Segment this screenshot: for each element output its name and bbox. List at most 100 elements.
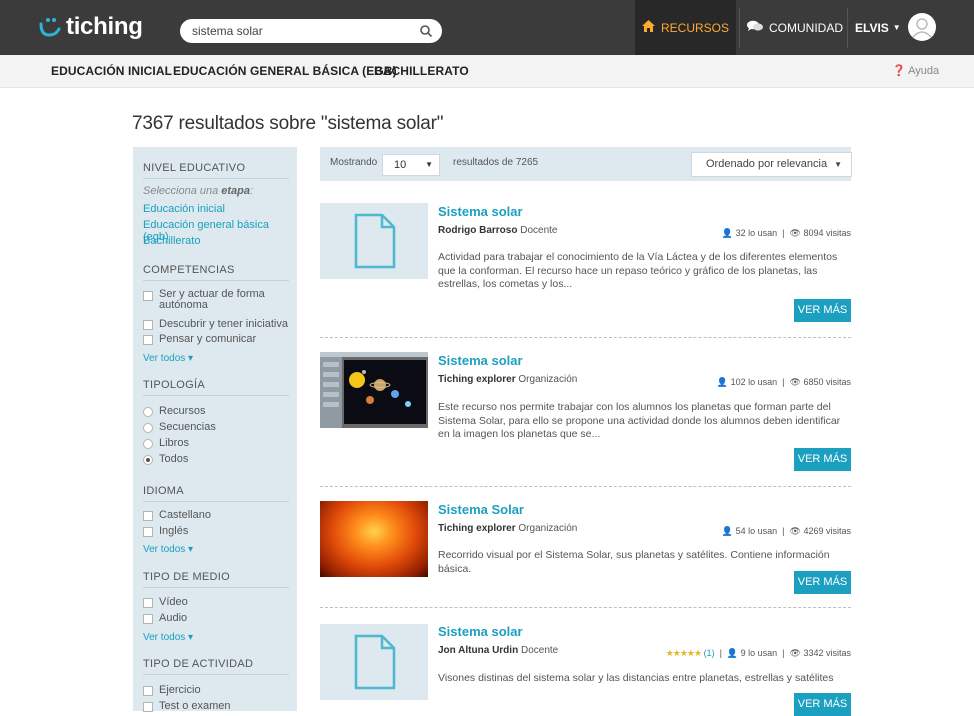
checkbox[interactable] bbox=[143, 320, 153, 330]
divider bbox=[143, 395, 289, 396]
result-separator bbox=[320, 607, 851, 608]
checkbox[interactable] bbox=[143, 335, 153, 345]
tipologia-option: Recursos bbox=[159, 405, 206, 417]
per-page-select[interactable]: 10 ▼ bbox=[382, 154, 440, 176]
tipologia-heading: TIPOLOGÍA bbox=[143, 379, 205, 391]
sun-thumbnail[interactable] bbox=[320, 501, 428, 577]
user-icon: 👤 bbox=[721, 526, 734, 536]
competencia-option: Pensar y comunicar bbox=[159, 333, 257, 345]
divider bbox=[143, 280, 289, 281]
medio-heading: TIPO DE MEDIO bbox=[143, 571, 231, 583]
result-author: Rodrigo Barroso Docente bbox=[438, 225, 558, 236]
ver-mas-button[interactable]: VER MÁS bbox=[794, 448, 851, 471]
logo-mark-icon bbox=[38, 15, 62, 39]
result-item: Sistema solar Jon Altuna Urdin Docente ★… bbox=[320, 624, 851, 716]
eye-icon: 👁 bbox=[789, 377, 801, 387]
checkbox[interactable] bbox=[143, 614, 153, 624]
idioma-ver-todos[interactable]: Ver todos ▾ bbox=[143, 544, 193, 555]
competencia-option: Ser y actuar de forma autónoma bbox=[159, 288, 265, 311]
checkbox[interactable] bbox=[143, 511, 153, 521]
idioma-option: Castellano bbox=[159, 509, 211, 521]
level-bar: EDUCACIÓN INICIAL EDUCACIÓN GENERAL BÁSI… bbox=[0, 55, 974, 88]
per-page-value: 10 bbox=[394, 159, 407, 171]
caret-down-icon: ▼ bbox=[425, 160, 433, 169]
results-title: 7367 resultados sobre "sistema solar" bbox=[132, 113, 444, 134]
nav-comunidad[interactable]: COMUNIDAD bbox=[745, 0, 845, 55]
caret-down-icon: ▼ bbox=[834, 160, 842, 169]
medio-option: Vídeo bbox=[159, 596, 188, 608]
top-navbar: tiching RECURSOS COMUNIDAD ELVIS ▼ bbox=[0, 0, 974, 55]
result-title[interactable]: Sistema solar bbox=[438, 353, 523, 368]
result-title[interactable]: Sistema solar bbox=[438, 624, 523, 639]
result-description: Actividad para trabajar el conocimiento … bbox=[438, 251, 838, 290]
nivel-hint: Selecciona una etapa: bbox=[143, 185, 254, 197]
showing-label: Mostrando bbox=[330, 157, 378, 168]
actividad-option: Test o examen bbox=[159, 700, 231, 712]
result-stats: 👤 102 lo usan | 👁 6850 visitas bbox=[716, 377, 851, 387]
medio-option: Audio bbox=[159, 612, 188, 624]
user-icon: 👤 bbox=[716, 377, 729, 387]
result-author: Tiching explorer Organización bbox=[438, 523, 578, 534]
tipologia-option: Libros bbox=[159, 437, 189, 449]
search-input[interactable] bbox=[192, 24, 414, 38]
level-egb[interactable]: EDUCACIÓN GENERAL BÁSICA (EGB) bbox=[173, 55, 397, 87]
nivel-heading: NIVEL EDUCATIVO bbox=[143, 162, 246, 174]
result-description: Recorrido visual por el Sistema Solar, s… bbox=[438, 549, 830, 575]
user-icon: 👤 bbox=[726, 648, 739, 658]
solar-system-thumbnail[interactable] bbox=[320, 352, 428, 428]
result-title[interactable]: Sistema Solar bbox=[438, 502, 524, 517]
checkbox[interactable] bbox=[143, 291, 153, 301]
tiching-logo[interactable]: tiching bbox=[38, 12, 143, 42]
level-bachillerato[interactable]: BACHILLERATO bbox=[374, 55, 469, 87]
search-box[interactable] bbox=[180, 19, 442, 43]
result-item: Sistema solar Tiching explorer Organizac… bbox=[320, 352, 851, 472]
nivel-link-inicial[interactable]: Educación inicial bbox=[143, 203, 225, 215]
nav-recursos[interactable]: RECURSOS bbox=[635, 0, 736, 55]
result-stats: 👤 32 lo usan | 👁 8094 visitas bbox=[721, 228, 851, 238]
chat-icon bbox=[747, 20, 763, 35]
document-thumbnail[interactable] bbox=[320, 624, 428, 700]
result-separator bbox=[320, 337, 851, 338]
search-icon[interactable] bbox=[419, 24, 433, 38]
divider bbox=[143, 674, 289, 675]
checkbox[interactable] bbox=[143, 598, 153, 608]
order-select[interactable]: Ordenado por relevancia ▼ bbox=[691, 152, 852, 177]
eye-icon: 👁 bbox=[789, 228, 801, 238]
document-thumbnail[interactable] bbox=[320, 203, 428, 279]
competencias-heading: COMPETENCIAS bbox=[143, 264, 235, 276]
medio-ver-todos[interactable]: Ver todos ▾ bbox=[143, 632, 193, 643]
result-stats: 👤 54 lo usan | 👁 4269 visitas bbox=[721, 526, 851, 536]
filter-sidebar: NIVEL EDUCATIVO Selecciona una etapa: Ed… bbox=[133, 147, 297, 712]
divider bbox=[143, 178, 289, 179]
idioma-heading: IDIOMA bbox=[143, 485, 184, 497]
result-title[interactable]: Sistema solar bbox=[438, 204, 523, 219]
logo-text: tiching bbox=[66, 13, 143, 40]
competencia-option: Descubrir y tener iniciativa bbox=[159, 318, 288, 330]
help-label: Ayuda bbox=[908, 65, 940, 77]
level-inicial[interactable]: EDUCACIÓN INICIAL bbox=[51, 55, 172, 87]
help-link[interactable]: ❓ Ayuda bbox=[892, 55, 939, 87]
radio[interactable] bbox=[143, 407, 153, 417]
total-label: resultados de 7265 bbox=[453, 157, 539, 168]
nav-divider bbox=[739, 8, 740, 48]
idioma-option: Inglés bbox=[159, 525, 189, 537]
radio[interactable] bbox=[143, 423, 153, 433]
order-value: Ordenado por relevancia bbox=[706, 158, 828, 170]
checkbox[interactable] bbox=[143, 686, 153, 696]
result-item: Sistema Solar Tiching explorer Organizac… bbox=[320, 501, 851, 596]
result-separator bbox=[320, 486, 851, 487]
avatar[interactable] bbox=[908, 13, 936, 41]
result-author: Tiching explorer Organización bbox=[438, 374, 578, 385]
radio-selected[interactable] bbox=[143, 455, 153, 465]
eye-icon: 👁 bbox=[789, 648, 801, 658]
ver-mas-button[interactable]: VER MÁS bbox=[794, 693, 851, 716]
checkbox[interactable] bbox=[143, 527, 153, 537]
ver-mas-button[interactable]: VER MÁS bbox=[794, 571, 851, 594]
ver-mas-button[interactable]: VER MÁS bbox=[794, 299, 851, 322]
user-menu[interactable]: ELVIS ▼ bbox=[855, 0, 901, 55]
rating-count[interactable]: (1) bbox=[704, 648, 715, 658]
nivel-link-bachillerato[interactable]: Bachillerato bbox=[143, 235, 200, 247]
user-name: ELVIS bbox=[855, 20, 889, 35]
radio[interactable] bbox=[143, 439, 153, 449]
competencias-ver-todos[interactable]: Ver todos ▾ bbox=[143, 353, 193, 364]
